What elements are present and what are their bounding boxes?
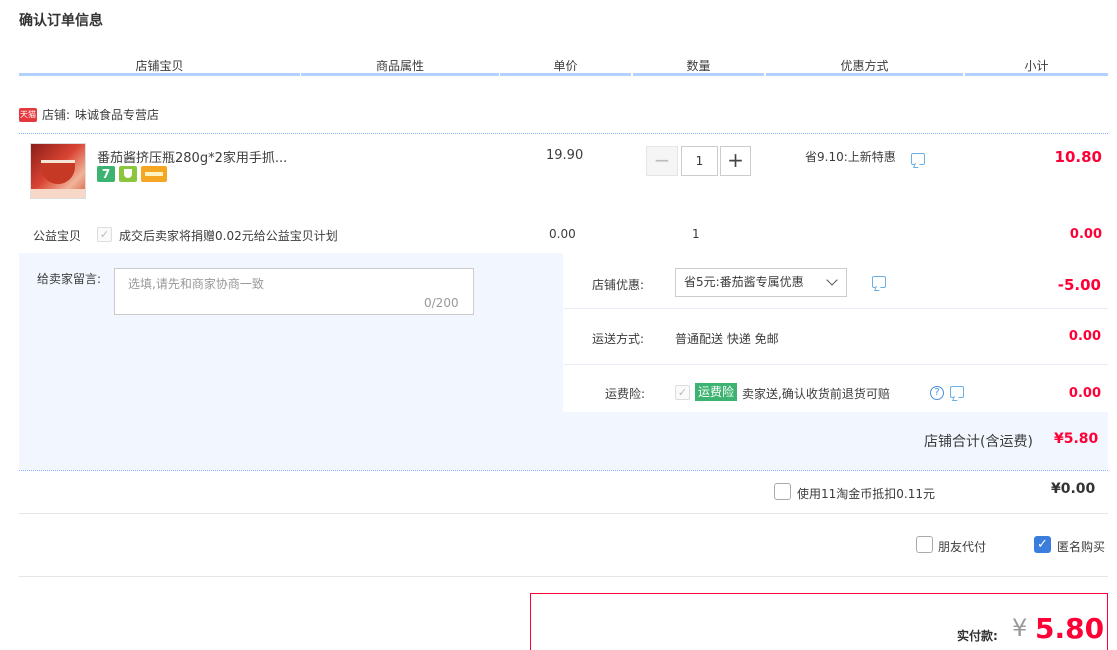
quantity-input[interactable] (681, 146, 718, 176)
shipping-label: 运送方式: (592, 332, 645, 346)
tmall-logo: 天猫 (19, 107, 37, 122)
freight-insurance-value: 0.00 (1068, 386, 1101, 401)
freight-insurance-tag-wrap: 运费险 (695, 383, 738, 401)
column-header-shop-item: 店铺宝贝 (135, 59, 184, 73)
shipping-value: 0.00 (1068, 329, 1101, 344)
quantity-decrease-button[interactable]: − (646, 146, 678, 176)
divider (19, 513, 1108, 514)
divider (19, 576, 1108, 577)
coins-value: ¥0.00 (1051, 481, 1096, 497)
help-question-icon[interactable]: ? (930, 386, 944, 400)
shop-total-label: 店铺合计(含运费) (924, 434, 1033, 450)
promotion-text: 省9.10:上新特惠 (805, 150, 896, 164)
payment-total: 5.80 (1035, 612, 1105, 645)
freight-insurance-tag: 运费险 (695, 383, 738, 401)
charity-price: 0.00 (549, 227, 576, 241)
friend-pay-label[interactable]: 朋友代付 (938, 538, 986, 555)
shop-discount-selected: 省5元:番茄酱专属优惠 (684, 275, 804, 289)
memo-placeholder: 选填,请先和商家协商一致 (128, 277, 264, 291)
quantity-increase-button[interactable]: + (720, 146, 751, 176)
column-header-bar (965, 73, 1108, 76)
anonymous-label[interactable]: 匿名购买 (1057, 538, 1105, 555)
anonymous-checkbox[interactable]: ✓ (1034, 536, 1051, 553)
chat-bubble-icon[interactable] (871, 276, 886, 288)
service-badges: 7 (97, 166, 167, 182)
payment-currency: ¥ (1012, 614, 1028, 642)
charity-label: 公益宝贝 (33, 229, 82, 243)
product-image-bowl (41, 160, 75, 184)
charity-subtotal: 0.00 (1069, 227, 1102, 242)
charity-quantity: 1 (692, 227, 700, 241)
credit-card-icon[interactable] (141, 166, 167, 182)
freight-insurance-text: 卖家送,确认收货前退货可赔 (742, 387, 890, 401)
chat-bubble-icon[interactable] (911, 153, 925, 165)
divider (563, 364, 1108, 365)
unit-price: 19.90 (546, 148, 584, 163)
shop-discount-value: -5.00 (1057, 276, 1101, 294)
product-thumbnail[interactable] (30, 143, 86, 199)
memo-char-count: 0/200 (424, 296, 459, 310)
chevron-down-icon (826, 274, 838, 286)
shipping-method: 普通配送 快递 免邮 (675, 332, 779, 346)
item-subtotal: 10.80 (1054, 148, 1102, 166)
column-header-attributes: 商品属性 (375, 59, 424, 73)
friend-pay-checkbox[interactable] (916, 536, 933, 553)
column-header-subtotal: 小计 (1024, 59, 1049, 73)
shop-label: 店铺: (42, 108, 71, 122)
column-header-bar (301, 73, 499, 76)
divider (19, 133, 1108, 134)
column-header-bar (500, 73, 631, 76)
coins-checkbox[interactable] (774, 483, 791, 500)
column-header-bar (19, 73, 300, 76)
charity-text: 成交后卖家将捐赠0.02元给公益宝贝计划 (119, 229, 338, 243)
page-title: 确认订单信息 (19, 13, 103, 29)
shop-discount-select[interactable]: 省5元:番茄酱专属优惠 (675, 268, 847, 297)
memo-label: 给卖家留言: (37, 272, 102, 286)
freight-insurance-label: 运费险: (605, 387, 646, 401)
divider (563, 308, 1108, 309)
column-header-unit-price: 单价 (553, 59, 578, 73)
shop-total-value: ¥5.80 (1054, 431, 1099, 447)
product-image-band (31, 189, 85, 198)
shop-name[interactable]: 味诚食品专营店 (75, 106, 159, 123)
payment-label: 实付款: (957, 629, 998, 643)
shop-discount-label: 店铺优惠: (592, 278, 645, 292)
column-header-quantity: 数量 (686, 59, 711, 73)
charity-checkbox: ✓ (97, 227, 112, 242)
guarantee-shield-icon[interactable] (119, 166, 137, 182)
seven-day-return-icon[interactable]: 7 (97, 166, 115, 182)
product-title-link[interactable]: 番茄酱挤压瓶280g*2家用手抓... (97, 147, 287, 166)
shop-row: 天猫 店铺: 味诚食品专营店 (19, 106, 159, 123)
column-header-bar (766, 73, 963, 76)
column-header-bar (633, 73, 764, 76)
column-header-discount: 优惠方式 (840, 59, 889, 73)
freight-insurance-checkbox: ✓ (675, 385, 690, 400)
coins-label[interactable]: 使用11淘金币抵扣0.11元 (797, 485, 935, 502)
divider (19, 470, 1108, 471)
chat-bubble-icon[interactable] (949, 386, 964, 398)
